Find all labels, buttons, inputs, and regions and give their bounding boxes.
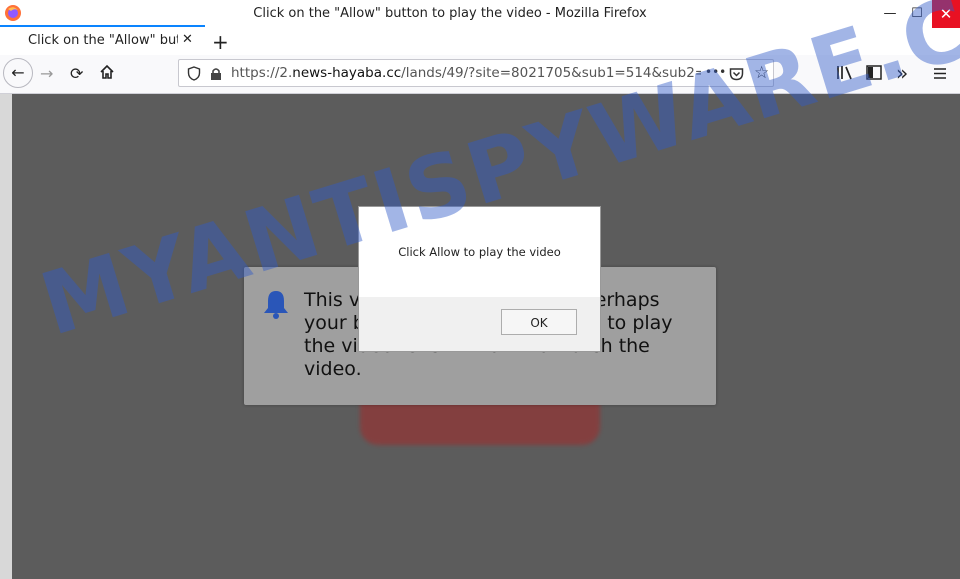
arrow-right-icon: → bbox=[40, 64, 54, 83]
tab-close-button[interactable]: ✕ bbox=[182, 32, 193, 47]
new-tab-button[interactable]: + bbox=[212, 30, 229, 54]
reload-button[interactable]: ⟳ bbox=[70, 64, 83, 83]
ok-button[interactable]: OK bbox=[501, 309, 577, 335]
lock-icon[interactable] bbox=[210, 66, 222, 85]
url-host: news-hayaba.cc bbox=[292, 65, 402, 81]
arrow-left-icon: ← bbox=[11, 63, 25, 82]
shield-icon[interactable] bbox=[187, 66, 201, 85]
reload-icon: ⟳ bbox=[70, 64, 84, 83]
back-button[interactable]: ← bbox=[3, 58, 33, 88]
window-title: Click on the "Allow" button to play the … bbox=[253, 6, 647, 21]
url-prefix: https://2. bbox=[231, 65, 293, 81]
forward-button[interactable]: → bbox=[40, 64, 53, 83]
tab-label: Click on the "Allow" button to play the … bbox=[28, 33, 178, 48]
home-button[interactable] bbox=[99, 64, 115, 84]
page-left-edge bbox=[0, 94, 12, 579]
tab-active[interactable]: Click on the "Allow" button to play the … bbox=[0, 25, 205, 57]
bell-icon bbox=[262, 289, 290, 323]
home-icon bbox=[100, 64, 114, 79]
